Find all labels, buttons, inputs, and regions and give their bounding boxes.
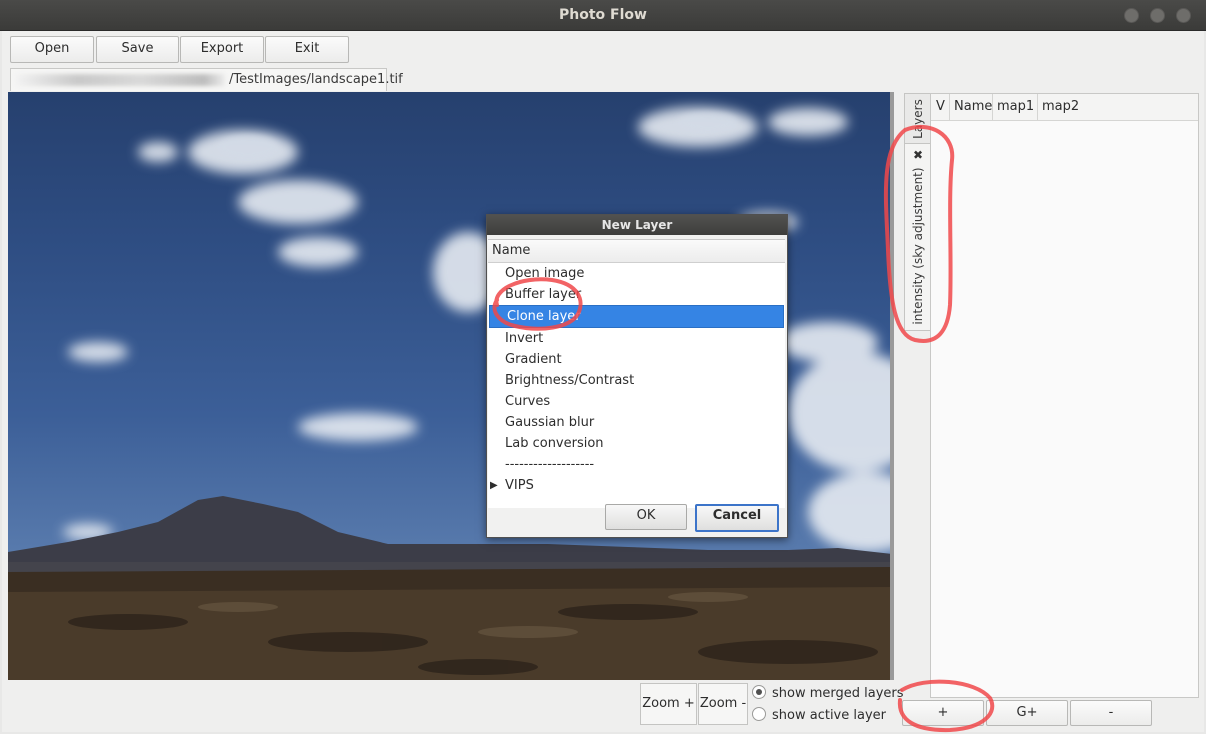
column-divider <box>949 94 950 120</box>
ok-button[interactable]: OK <box>605 504 687 530</box>
list-group-vips[interactable]: ▶ VIPS <box>488 475 785 496</box>
window-title: Photo Flow <box>559 7 647 23</box>
show-merged-label: show merged layers <box>772 686 904 701</box>
zoom-out-button[interactable]: Zoom - <box>698 683 748 725</box>
image-tab-path: /TestImages/landscape1.tif <box>229 72 403 87</box>
layers-table[interactable]: V Name map1 map2 <box>930 93 1199 698</box>
list-item-clone-layer[interactable]: Clone layer <box>489 305 784 328</box>
tab-intensity-label: intensity (sky adjustment) <box>911 167 925 325</box>
export-button[interactable]: Export <box>180 36 264 63</box>
list-item-curves[interactable]: Curves <box>488 391 785 412</box>
canvas-edge <box>890 92 894 680</box>
list-column-header[interactable]: Name <box>488 240 785 263</box>
list-item-brightness-contrast[interactable]: Brightness/Contrast <box>488 370 785 391</box>
dialog-title: New Layer <box>487 215 787 235</box>
list-item-invert[interactable]: Invert <box>488 328 785 349</box>
close-window-button[interactable] <box>1176 8 1191 23</box>
list-item-open-image[interactable]: Open image <box>488 263 785 284</box>
list-item-gaussian-blur[interactable]: Gaussian blur <box>488 412 785 433</box>
show-active-label: show active layer <box>772 708 886 723</box>
open-button[interactable]: Open <box>10 36 94 63</box>
save-button[interactable]: Save <box>96 36 179 63</box>
panel-tabs: Layers ✖ intensity (sky adjustment) <box>904 93 932 333</box>
list-separator: ------------------- <box>505 457 595 472</box>
cancel-button[interactable]: Cancel <box>695 504 779 532</box>
column-map2[interactable]: map2 <box>1042 99 1079 114</box>
tab-intensity[interactable]: ✖ intensity (sky adjustment) <box>904 143 932 331</box>
layers-table-header: V Name map1 map2 <box>931 94 1198 121</box>
redacted-path <box>15 74 225 86</box>
new-layer-dialog: New Layer Name Open image Buffer layer C… <box>486 214 788 538</box>
radio-unselected-icon[interactable] <box>752 707 766 721</box>
maximize-button[interactable] <box>1150 8 1165 23</box>
add-layer-button[interactable]: + <box>902 700 984 726</box>
show-active-option[interactable]: show active layer <box>752 707 886 723</box>
tab-layers[interactable]: Layers <box>904 93 932 145</box>
expand-arrow-icon[interactable]: ▶ <box>490 475 498 496</box>
list-item-gradient[interactable]: Gradient <box>488 349 785 370</box>
show-merged-option[interactable]: show merged layers <box>752 685 904 701</box>
column-name[interactable]: Name <box>954 99 992 114</box>
zoom-in-button[interactable]: Zoom + <box>640 683 697 725</box>
radio-selected-icon[interactable] <box>752 685 766 699</box>
list-item-buffer-layer[interactable]: Buffer layer <box>488 284 785 305</box>
minimize-button[interactable] <box>1124 8 1139 23</box>
tab-layers-label: Layers <box>911 99 925 139</box>
list-group-label: VIPS <box>505 478 534 493</box>
image-tab[interactable]: /TestImages/landscape1.tif <box>10 68 403 91</box>
list-item-lab-conversion[interactable]: Lab conversion <box>488 433 785 454</box>
title-bar: Photo Flow <box>0 0 1206 31</box>
layer-type-list[interactable]: Name Open image Buffer layer Clone layer… <box>488 239 785 508</box>
add-group-button[interactable]: G+ <box>986 700 1068 726</box>
exit-button[interactable]: Exit <box>265 36 349 63</box>
close-tab-icon[interactable]: ✖ <box>913 148 923 162</box>
column-v[interactable]: V <box>936 99 945 114</box>
column-divider <box>1037 94 1038 120</box>
column-map1[interactable]: map1 <box>997 99 1034 114</box>
remove-layer-button[interactable]: - <box>1070 700 1152 726</box>
column-divider <box>992 94 993 120</box>
